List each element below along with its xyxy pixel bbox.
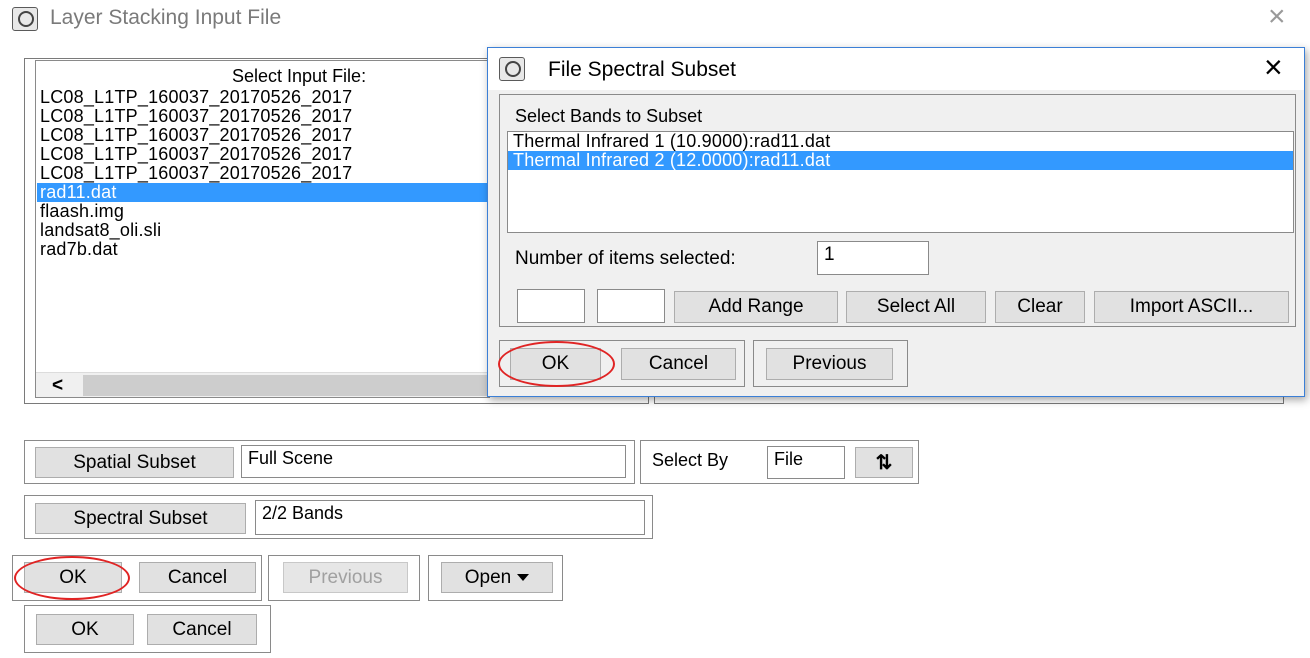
range-end-input[interactable] bbox=[597, 289, 665, 323]
open-label: Open bbox=[464, 566, 512, 588]
file-item[interactable]: flaash.img bbox=[37, 202, 489, 221]
dialog-title-bar[interactable]: File Spectral Subset × bbox=[488, 48, 1304, 90]
dialog-close-button[interactable]: × bbox=[1264, 50, 1283, 84]
scroll-thumb[interactable] bbox=[83, 375, 489, 396]
spatial-subset-button[interactable]: Spatial Subset bbox=[35, 447, 234, 478]
ok-highlight-ring bbox=[14, 556, 130, 600]
input-file-list[interactable]: Select Input File: LC08_L1TP_160037_2017… bbox=[35, 60, 490, 398]
dialog-ok-highlight-ring bbox=[498, 341, 615, 387]
spatial-subset-field: Full Scene bbox=[241, 445, 626, 478]
file-item[interactable]: landsat8_oli.sli bbox=[37, 221, 489, 240]
import-ascii-button[interactable]: Import ASCII... bbox=[1094, 291, 1289, 323]
cancel-button[interactable]: Cancel bbox=[139, 562, 256, 593]
outer-ok-button[interactable]: OK bbox=[36, 614, 134, 645]
chevron-down-icon bbox=[517, 574, 530, 581]
file-list-items: LC08_L1TP_160037_20170526_2017 LC08_L1TP… bbox=[37, 88, 489, 259]
select-input-label: Select Input File: bbox=[232, 66, 367, 86]
file-item[interactable]: LC08_L1TP_160037_20170526_2017 bbox=[37, 88, 489, 107]
select-by-field[interactable]: File bbox=[767, 446, 845, 479]
range-start-input[interactable] bbox=[517, 289, 585, 323]
bands-label: Select Bands to Subset bbox=[515, 106, 703, 126]
sort-order-button[interactable]: ⇅ bbox=[855, 447, 913, 478]
band-item[interactable]: Thermal Infrared 1 (10.9000):rad11.dat bbox=[508, 132, 1293, 151]
sort-arrows-icon: ⇅ bbox=[875, 452, 893, 474]
dialog-previous-button[interactable]: Previous bbox=[766, 348, 893, 380]
window-icon bbox=[12, 7, 38, 31]
window-close-button[interactable]: × bbox=[1268, 2, 1286, 32]
scroll-left-button[interactable]: < bbox=[36, 373, 82, 398]
spectral-subset-field: 2/2 Bands bbox=[255, 500, 645, 535]
select-all-button[interactable]: Select All bbox=[846, 291, 986, 323]
previous-button: Previous bbox=[283, 562, 408, 593]
clear-button[interactable]: Clear bbox=[995, 291, 1085, 323]
select-by-label: Select By bbox=[652, 450, 729, 470]
file-item[interactable]: LC08_L1TP_160037_20170526_2017 bbox=[37, 107, 489, 126]
open-menu-button[interactable]: Open bbox=[441, 562, 553, 593]
file-item[interactable]: LC08_L1TP_160037_20170526_2017 bbox=[37, 164, 489, 183]
band-list[interactable]: Thermal Infrared 1 (10.9000):rad11.dat T… bbox=[507, 131, 1294, 233]
items-selected-field: 1 bbox=[817, 241, 929, 275]
horizontal-scrollbar[interactable]: < bbox=[36, 372, 489, 397]
dialog-title: File Spectral Subset bbox=[548, 58, 736, 81]
band-item-selected[interactable]: Thermal Infrared 2 (12.0000):rad11.dat bbox=[508, 151, 1293, 170]
window-title: Layer Stacking Input File bbox=[50, 6, 282, 29]
file-item[interactable]: LC08_L1TP_160037_20170526_2017 bbox=[37, 145, 489, 164]
file-item[interactable]: rad7b.dat bbox=[37, 240, 489, 259]
spectral-subset-dialog: File Spectral Subset × Select Bands to S… bbox=[487, 47, 1305, 397]
dialog-icon bbox=[499, 57, 525, 81]
file-item[interactable]: LC08_L1TP_160037_20170526_2017 bbox=[37, 126, 489, 145]
spectral-subset-button[interactable]: Spectral Subset bbox=[35, 503, 246, 534]
outer-cancel-button[interactable]: Cancel bbox=[147, 614, 257, 645]
dialog-cancel-button[interactable]: Cancel bbox=[621, 348, 736, 380]
items-selected-label: Number of items selected: bbox=[515, 248, 736, 269]
add-range-button[interactable]: Add Range bbox=[674, 291, 838, 323]
file-item-selected[interactable]: rad11.dat bbox=[37, 183, 489, 202]
